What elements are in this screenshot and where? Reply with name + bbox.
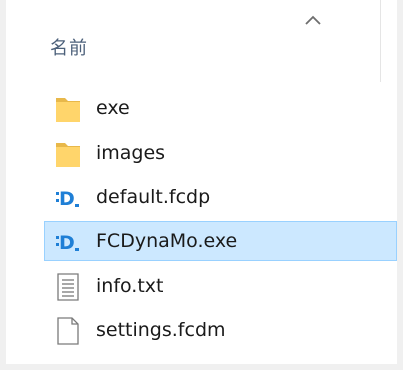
file-list-pane: 名前 exe images D default.fcdp D FCDynaMo.… xyxy=(6,0,397,364)
list-item[interactable]: D default.fcdp xyxy=(44,177,397,217)
file-name: default.fcdp xyxy=(96,186,211,208)
window-frame-bottom xyxy=(0,364,403,370)
column-divider[interactable] xyxy=(380,0,381,82)
list-item-selected[interactable]: D FCDynaMo.exe xyxy=(44,221,397,261)
fcdynamo-icon: D xyxy=(55,228,81,256)
list-item[interactable]: settings.fcdm xyxy=(44,310,397,350)
text-file-icon xyxy=(55,273,81,301)
folder-icon xyxy=(55,140,81,168)
sort-ascending-icon xyxy=(302,12,324,28)
list-item[interactable]: info.txt xyxy=(44,266,397,306)
file-name: exe xyxy=(96,97,130,119)
blank-file-icon xyxy=(55,317,81,345)
file-name: FCDynaMo.exe xyxy=(96,230,238,252)
file-name: images xyxy=(96,142,166,164)
svg-text:D: D xyxy=(59,188,75,210)
window-frame-right xyxy=(397,0,403,370)
fcdynamo-icon: D xyxy=(55,184,81,212)
file-explorer-window: 名前 exe images D default.fcdp D FCDynaMo.… xyxy=(0,0,403,370)
list-item[interactable]: images xyxy=(44,133,397,173)
name-column-header[interactable]: 名前 xyxy=(6,0,397,82)
folder-icon xyxy=(55,95,81,123)
svg-text:D: D xyxy=(59,232,75,254)
file-name: settings.fcdm xyxy=(96,319,226,341)
list-item[interactable]: exe xyxy=(44,88,397,128)
file-name: info.txt xyxy=(96,275,164,297)
name-column-title: 名前 xyxy=(50,38,88,59)
